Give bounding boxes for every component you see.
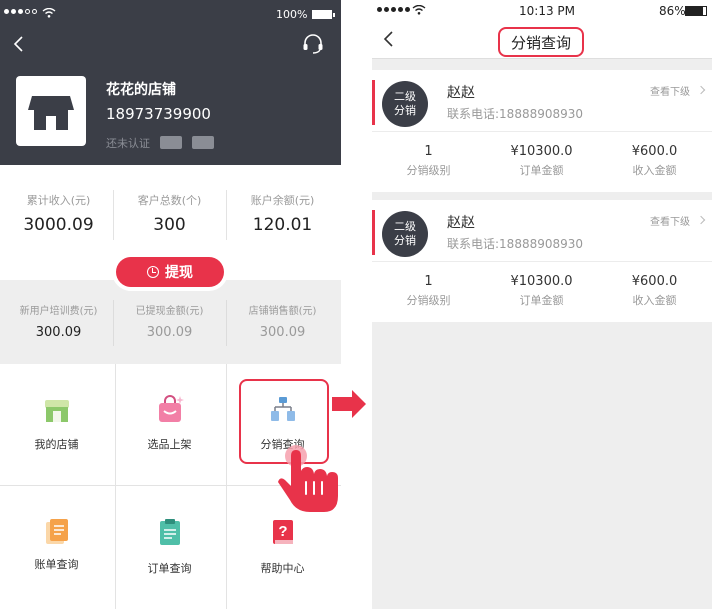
grid-item-label: 订单查询 xyxy=(147,562,192,575)
wifi-icon xyxy=(412,5,426,15)
stat-value: 3000.09 xyxy=(23,215,94,235)
level-badge: 二级 分销 xyxy=(382,81,428,127)
grid-item-order-query[interactable]: 订单查询 xyxy=(113,486,226,608)
battery-icon xyxy=(685,6,707,16)
divider xyxy=(372,131,712,132)
order-amount-label: 订单金额 xyxy=(519,164,564,177)
distributor-phone: 联系电话:18888908930 xyxy=(447,237,584,251)
grid-item-label: 选品上架 xyxy=(147,438,192,451)
store-phone: 18973739900 xyxy=(106,105,211,123)
divider xyxy=(372,261,712,262)
level-label: 分销级别 xyxy=(406,164,451,177)
withdraw-button[interactable]: 提现 xyxy=(116,257,224,287)
grid-item-label: 我的店铺 xyxy=(34,438,79,451)
distributor-card[interactable]: 二级 分销 赵赵 联系电话:18888908930 查看下级 1 分销级别 ¥1… xyxy=(372,200,712,322)
battery-percent: 86% xyxy=(659,4,686,18)
battery-icon xyxy=(312,10,332,19)
card-accent-bar xyxy=(372,80,375,125)
store-icon xyxy=(28,96,74,130)
transition-arrow xyxy=(332,397,354,411)
summary-label: 已提现金额(元) xyxy=(135,306,204,317)
order-amount-label: 订单金额 xyxy=(519,294,564,307)
summary-label: 新用户培训费(元) xyxy=(19,306,98,317)
store-name: 花花的店铺 xyxy=(106,82,176,98)
income-amount: ¥600.0 xyxy=(631,144,678,159)
summary-value: 300.09 xyxy=(35,325,82,340)
clock-icon xyxy=(147,266,159,278)
battery-percent: 100% xyxy=(276,8,308,21)
order-amount: ¥10300.0 xyxy=(510,144,573,159)
page-title: 分销查询 xyxy=(498,27,584,57)
arrow-head-icon xyxy=(352,390,366,418)
shop-header: 100% 花花的店铺 18973739900 还未认证 xyxy=(0,0,341,165)
back-icon[interactable] xyxy=(12,36,24,52)
card-accent-bar xyxy=(372,210,375,255)
grid-item-my-store[interactable]: 我的店铺 xyxy=(0,364,113,486)
income-summary-band: 新用户培训费(元) 300.09 已提现金额(元) 300.09 店铺销售额(元… xyxy=(0,280,341,364)
level-value: 1 xyxy=(424,144,433,159)
signal-dots-icon xyxy=(377,7,410,12)
level-label: 分销级别 xyxy=(406,294,451,307)
income-amount-label: 收入金额 xyxy=(632,164,677,177)
grid-item-bill-query[interactable]: 账单查询 xyxy=(0,486,113,608)
view-subordinates-link[interactable]: 查看下级 xyxy=(650,83,690,98)
withdraw-label: 提现 xyxy=(165,265,193,281)
svg-text:?: ? xyxy=(278,523,287,540)
shop-screen: 100% 花花的店铺 18973739900 还未认证 累计收入(元) 3000… xyxy=(0,0,341,609)
verify-status[interactable]: 还未认证 xyxy=(106,135,150,151)
grid-item-label: 账单查询 xyxy=(34,558,79,571)
divider xyxy=(113,190,114,240)
level-value: 1 xyxy=(424,274,433,289)
summary-value: 300.09 xyxy=(259,325,306,340)
summary-value: 300.09 xyxy=(146,325,193,340)
distributor-card[interactable]: 二级 分销 赵赵 联系电话:18888908930 查看下级 1 分销级别 ¥1… xyxy=(372,70,712,192)
grid-item-select-products[interactable]: 选品上架 xyxy=(113,364,226,486)
stat-label: 累计收入(元) xyxy=(26,194,91,207)
signal-dots-icon xyxy=(4,9,37,14)
chevron-right-icon xyxy=(696,85,706,95)
bank-card-icon xyxy=(192,136,214,149)
shopping-bag-icon xyxy=(158,395,184,422)
store-avatar xyxy=(16,76,86,146)
grid-item-label: 帮助中心 xyxy=(260,562,305,575)
id-card-icon xyxy=(160,136,182,149)
income-amount-label: 收入金额 xyxy=(632,294,677,307)
divider xyxy=(226,300,227,346)
stat-label: 账户余额(元) xyxy=(250,194,315,207)
order-amount: ¥10300.0 xyxy=(510,274,573,289)
wifi-icon xyxy=(42,8,56,18)
income-amount: ¥600.0 xyxy=(631,274,678,289)
distributor-name: 赵赵 xyxy=(447,85,475,101)
tap-hand-icon xyxy=(278,445,338,512)
level-badge: 二级 分销 xyxy=(382,211,428,257)
clipboard-icon xyxy=(159,519,180,545)
clock-time: 10:13 PM xyxy=(519,4,575,18)
stat-value: 120.01 xyxy=(252,215,313,235)
back-icon[interactable] xyxy=(382,31,394,47)
distributor-phone: 联系电话:18888908930 xyxy=(447,107,584,121)
headset-icon[interactable] xyxy=(302,34,324,54)
view-subordinates-link[interactable]: 查看下级 xyxy=(650,213,690,228)
bill-icon xyxy=(45,519,68,544)
stat-label: 客户总数(个) xyxy=(137,194,202,207)
distribution-query-screen: 10:13 PM 86% 分销查询 二级 分销 赵赵 联系电话:18888908… xyxy=(372,0,712,609)
chevron-right-icon xyxy=(696,215,706,225)
divider xyxy=(113,300,114,346)
summary-label: 店铺销售额(元) xyxy=(248,306,317,317)
distributor-name: 赵赵 xyxy=(447,215,475,231)
store-icon xyxy=(44,400,69,422)
divider xyxy=(372,58,712,59)
divider xyxy=(226,190,227,240)
stat-value: 300 xyxy=(153,215,186,235)
